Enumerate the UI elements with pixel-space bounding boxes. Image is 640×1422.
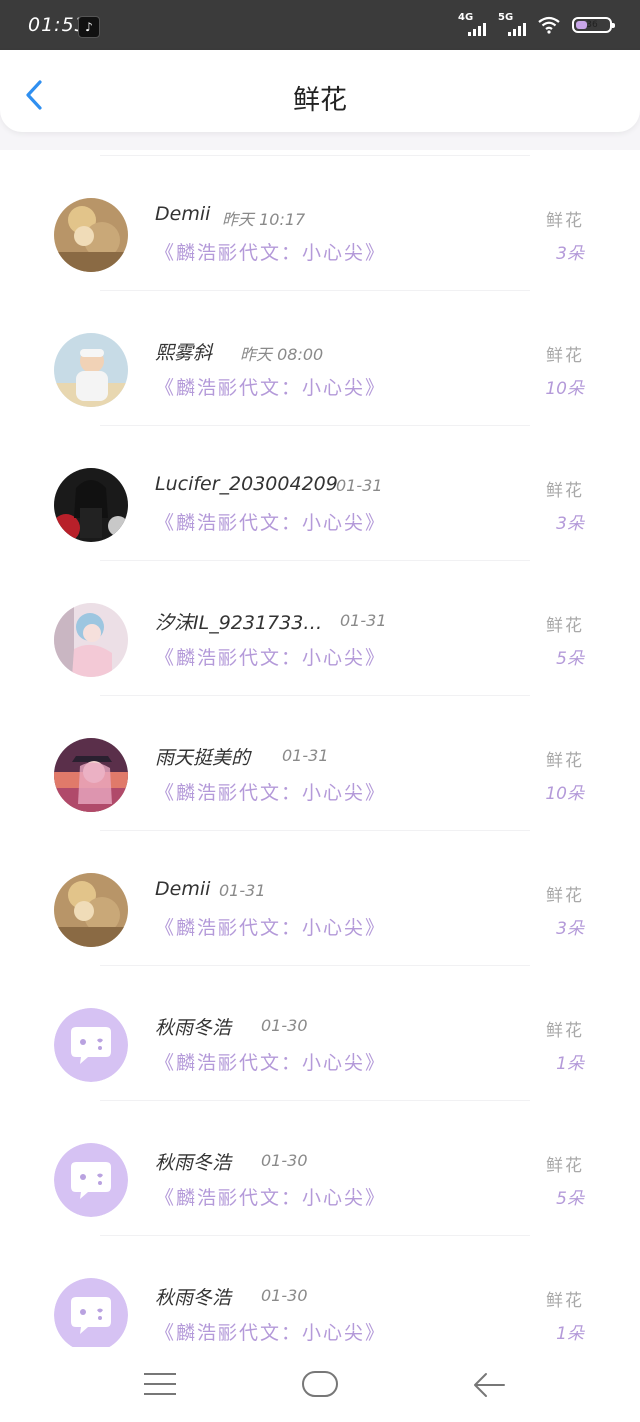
book-title[interactable]: 《麟浩彨代文：小心尖》 — [155, 1183, 386, 1210]
avatar[interactable] — [54, 873, 128, 947]
battery-icon: 36 — [572, 17, 615, 33]
list-item[interactable]: Demii 昨天 10:17 《麟浩彨代文：小心尖》 鲜花 3朵 — [0, 150, 640, 291]
page-title: 鲜花 — [293, 85, 347, 116]
gift-count: 3朵 — [556, 919, 584, 939]
book-title[interactable]: 《麟浩彨代文：小心尖》 — [155, 238, 386, 265]
avatar[interactable] — [54, 333, 128, 407]
gift-type-label: 鲜花 — [546, 481, 584, 501]
default-avatar-icon[interactable] — [54, 1008, 128, 1082]
gift-time: 01-30 — [261, 1151, 308, 1170]
book-title[interactable]: 《麟浩彨代文：小心尖》 — [155, 1318, 386, 1345]
list-item[interactable]: Lucifer_203004209 01-31 《麟浩彨代文：小心尖》 鲜花 3… — [0, 420, 640, 561]
home-icon[interactable] — [302, 1371, 338, 1397]
network-4g-label: 4G — [458, 12, 474, 23]
book-title[interactable]: 《麟浩彨代文：小心尖》 — [155, 778, 386, 805]
gift-count: 5朵 — [556, 649, 584, 669]
avatar[interactable] — [54, 603, 128, 677]
list-item[interactable]: 秋雨冬浩 01-30 《麟浩彨代文：小心尖》 鲜花 1朵 — [0, 1230, 640, 1347]
default-avatar-icon[interactable] — [54, 1143, 128, 1217]
gift-count: 3朵 — [556, 514, 584, 534]
list-item[interactable]: 汐沫IL_9231733… 01-31 《麟浩彨代文：小心尖》 鲜花 5朵 — [0, 555, 640, 696]
signal-5g-icon: 5G — [498, 12, 526, 36]
tiktok-icon: ♪ — [78, 16, 100, 38]
back-arrow-icon[interactable] — [472, 1370, 506, 1400]
wifi-icon — [538, 16, 560, 34]
battery-level: 36 — [586, 20, 598, 30]
list-item[interactable]: 雨天挺美的 01-31 《麟浩彨代文：小心尖》 鲜花 10朵 — [0, 690, 640, 831]
avatar[interactable] — [54, 738, 128, 812]
header: 鲜花 — [0, 50, 640, 132]
gift-time: 01-31 — [336, 476, 383, 495]
status-bar: 01:53 ♪ 4G 5G 36 — [0, 0, 640, 50]
user-name: Demii — [155, 203, 211, 225]
user-name: 雨天挺美的 — [155, 747, 251, 769]
default-avatar-icon[interactable] — [54, 1278, 128, 1347]
gift-type-label: 鲜花 — [546, 886, 584, 906]
gift-count: 10朵 — [545, 379, 584, 399]
gift-time: 昨天 10:17 — [222, 210, 306, 229]
list-item[interactable]: 熙雾斜 昨天 08:00 《麟浩彨代文：小心尖》 鲜花 10朵 — [0, 285, 640, 426]
gift-time: 01-31 — [219, 881, 266, 900]
avatar[interactable] — [54, 198, 128, 272]
gift-type-label: 鲜花 — [546, 1021, 584, 1041]
gift-type-label: 鲜花 — [546, 1156, 584, 1176]
system-nav-bar — [0, 1347, 640, 1422]
gift-record-list[interactable]: Demii 昨天 10:17 《麟浩彨代文：小心尖》 鲜花 3朵 熙雾斜 昨天 … — [0, 150, 640, 1347]
user-name: 秋雨冬浩 — [155, 1152, 232, 1174]
avatar[interactable] — [54, 468, 128, 542]
list-item[interactable]: 秋雨冬浩 01-30 《麟浩彨代文：小心尖》 鲜花 5朵 — [0, 1095, 640, 1236]
gift-type-label: 鲜花 — [546, 346, 584, 366]
gift-type-label: 鲜花 — [546, 211, 584, 231]
gift-type-label: 鲜花 — [546, 1291, 584, 1311]
gift-count: 1朵 — [556, 1324, 584, 1344]
user-name: 秋雨冬浩 — [155, 1017, 232, 1039]
user-name: 熙雾斜 — [155, 342, 213, 364]
gift-count: 3朵 — [556, 244, 584, 264]
book-title[interactable]: 《麟浩彨代文：小心尖》 — [155, 1048, 386, 1075]
signal-4g-icon: 4G — [458, 12, 486, 36]
gift-count: 5朵 — [556, 1189, 584, 1209]
user-name: 汐沫IL_9231733… — [155, 612, 323, 634]
gift-count: 10朵 — [545, 784, 584, 804]
gift-type-label: 鲜花 — [546, 751, 584, 771]
gift-time: 01-31 — [340, 611, 387, 630]
gift-time: 昨天 08:00 — [240, 345, 324, 364]
menu-icon[interactable] — [144, 1373, 176, 1397]
book-title[interactable]: 《麟浩彨代文：小心尖》 — [155, 373, 386, 400]
user-name: 秋雨冬浩 — [155, 1287, 232, 1309]
book-title[interactable]: 《麟浩彨代文：小心尖》 — [155, 913, 386, 940]
book-title[interactable]: 《麟浩彨代文：小心尖》 — [155, 643, 386, 670]
gift-type-label: 鲜花 — [546, 616, 584, 636]
gift-count: 1朵 — [556, 1054, 584, 1074]
gift-time: 01-30 — [261, 1016, 308, 1035]
user-name: Demii — [155, 878, 211, 900]
book-title[interactable]: 《麟浩彨代文：小心尖》 — [155, 508, 386, 535]
network-5g-label: 5G — [498, 12, 514, 23]
gift-time: 01-30 — [261, 1286, 308, 1305]
user-name: Lucifer_203004209 — [155, 473, 338, 495]
list-item[interactable]: Demii 01-31 《麟浩彨代文：小心尖》 鲜花 3朵 — [0, 825, 640, 966]
list-item[interactable]: 秋雨冬浩 01-30 《麟浩彨代文：小心尖》 鲜花 1朵 — [0, 960, 640, 1101]
gift-time: 01-31 — [282, 746, 329, 765]
